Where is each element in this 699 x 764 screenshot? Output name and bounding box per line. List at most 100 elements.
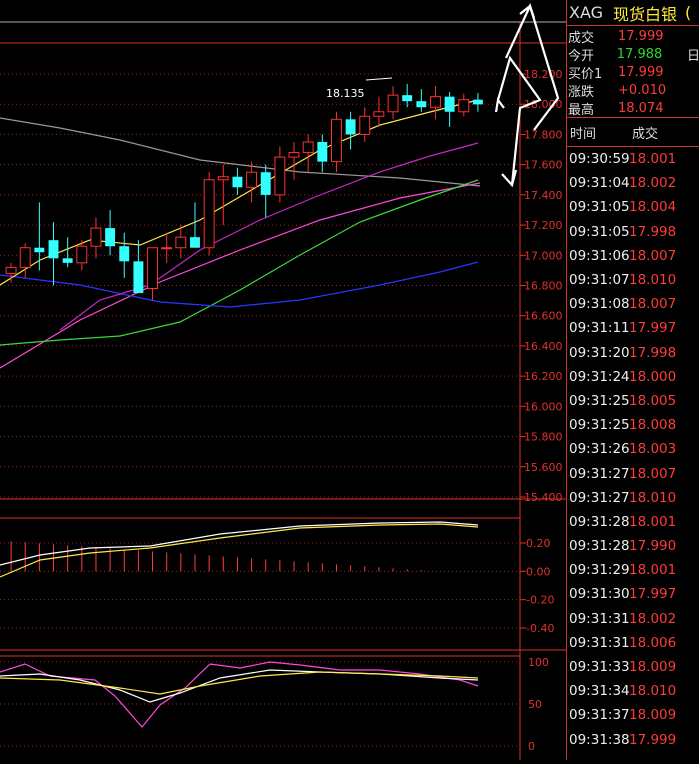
table-row[interactable]: 09:31:05 18.004 (567, 195, 699, 219)
quote-summary: 成交 17.999 今开 17.988 日买价1 17.999 涨跌 +0.010 最高 18.0… (567, 26, 699, 118)
table-row[interactable]: 09:30:59 18.001 (567, 147, 699, 171)
col-time: 时间 (570, 126, 597, 142)
tick-price: 18.007 (629, 296, 677, 313)
candle-body-up (274, 156, 286, 196)
tick-time: 09:31:04 (569, 175, 630, 192)
tick-price: 18.003 (629, 441, 677, 458)
table-row[interactable]: 09:31:29 18.001 (567, 558, 699, 582)
tick-price: 18.005 (629, 392, 677, 409)
quote-value: 17.988 (616, 46, 663, 62)
candle-body-down (472, 99, 483, 105)
tick-time: 09:31:05 (569, 223, 630, 240)
candle-body-up (217, 176, 229, 181)
candle-body-up (246, 171, 258, 188)
symbol-header: XAG 现货白银 ( (567, 0, 699, 26)
ma-line-purple (59, 142, 479, 331)
quote-row: 买价1 17.999 (567, 63, 699, 82)
table-row[interactable]: 09:31:31 18.002 (567, 607, 699, 631)
tick-price: 18.007 (629, 247, 677, 264)
candle-body-up (19, 247, 31, 268)
tick-time: 09:31:30 (569, 586, 630, 603)
table-row[interactable]: 09:31:24 18.000 (567, 365, 699, 389)
col-price: 成交 (632, 126, 659, 142)
price-tick-label: 16.600 (524, 310, 563, 323)
kdj-tick-label: 50 (528, 698, 542, 711)
candle-body-up (147, 247, 158, 290)
tick-time: 09:31:37 (569, 707, 630, 724)
tick-price: 17.998 (629, 344, 677, 361)
price-tick-label: 17.200 (524, 219, 563, 232)
tick-time: 09:31:31 (569, 634, 630, 651)
candle-body-up (359, 115, 371, 135)
symbol-code: XAG (569, 3, 604, 22)
table-row[interactable]: 09:31:37 18.009 (567, 703, 699, 727)
price-tick-label: 17.400 (524, 189, 563, 202)
table-row[interactable]: 09:31:28 17.990 (567, 534, 699, 558)
tick-time: 09:31:05 (569, 199, 630, 216)
tick-time: 09:31:25 (569, 392, 630, 409)
table-row[interactable]: 09:31:08 18.007 (567, 292, 699, 316)
tick-time: 09:31:07 (569, 272, 630, 289)
table-row[interactable]: 09:31:20 17.998 (567, 341, 699, 365)
tick-price: 18.001 (629, 562, 677, 579)
tick-price: 18.004 (629, 199, 677, 216)
table-row[interactable]: 09:31:07 18.010 (567, 268, 699, 292)
tick-price: 18.002 (629, 175, 677, 192)
tick-time: 09:31:38 (569, 731, 630, 748)
table-row[interactable]: 09:31:25 18.005 (567, 389, 699, 413)
table-row[interactable]: 09:31:06 18.007 (567, 244, 699, 268)
tick-time: 09:31:08 (569, 296, 630, 313)
ma-line-pink (0, 182, 481, 369)
table-row[interactable]: 09:31:27 18.010 (567, 486, 699, 510)
ma-line-yellow (0, 99, 479, 286)
price-tick-label: 16.200 (524, 370, 563, 383)
quote-value: +0.010 (618, 82, 667, 98)
candle-body-down (133, 261, 144, 294)
table-row[interactable]: 09:31:11 17.997 (567, 316, 699, 340)
macd-tick-label: -0.20 (526, 594, 554, 607)
price-tick-label: 15.800 (524, 431, 563, 444)
table-row[interactable]: 09:31:34 18.010 (567, 679, 699, 703)
price-tick-label: 16.000 (524, 400, 563, 413)
quote-row: 今开 17.988 日 (567, 45, 699, 64)
price-tick-label: 15.400 (524, 491, 563, 504)
macd-tick-label: 0.00 (526, 565, 551, 578)
tick-time: 09:31:27 (569, 489, 630, 506)
table-row[interactable]: 09:31:30 17.997 (567, 582, 699, 606)
chart-area[interactable]: 18.200 18.000 17.800 17.600 17.400 17.200 17.0… (0, 0, 567, 760)
candle-body-down (317, 141, 328, 162)
candle-body-down (48, 240, 59, 259)
tick-price: 18.000 (629, 368, 677, 385)
price-tick-label: 17.600 (524, 159, 563, 172)
tick-price: 18.008 (629, 417, 677, 434)
table-row[interactable]: 09:31:27 18.007 (567, 461, 699, 485)
tick-table-header: 时间 成交 (567, 118, 699, 147)
symbol-name: 现货白银 (613, 4, 678, 24)
table-row[interactable]: 09:31:25 18.008 (567, 413, 699, 437)
table-row[interactable]: 09:31:33 18.009 (567, 655, 699, 679)
candle-body-up (5, 266, 17, 274)
tick-price: 17.990 (629, 538, 677, 555)
tick-price: 18.010 (629, 489, 677, 506)
table-row[interactable]: 09:31:28 18.001 (567, 510, 699, 534)
kdj-j-line (0, 661, 479, 728)
candle-body-down (260, 172, 271, 195)
table-row[interactable]: 09:31:26 18.003 (567, 437, 699, 461)
table-row[interactable]: 09:31:04 18.002 (567, 171, 699, 195)
tick-time: 09:30:59 (569, 151, 630, 168)
kline-chart[interactable]: 18.20018.00017.80017.60017.40017.20017.0… (0, 0, 567, 760)
quote-row: 涨跌 +0.010 (567, 81, 699, 100)
table-row[interactable]: 09:31:05 17.998 (567, 220, 699, 244)
tick-time: 09:31:20 (569, 344, 630, 361)
ma-line-gray (0, 117, 481, 187)
candle-body-up (203, 179, 215, 249)
table-row[interactable]: 09:31:38 17.999 (567, 728, 699, 752)
quote-value: 18.074 (618, 100, 664, 116)
tick-price: 17.997 (629, 320, 677, 337)
candle-body-down (416, 101, 427, 108)
table-row[interactable]: 09:31:31 18.006 (567, 631, 699, 655)
candle-body-down (444, 96, 455, 112)
arrow-head-mid (494, 97, 505, 113)
tick-table-body[interactable]: 09:30:59 18.001 09:31:04 18.002 09:31:05 18.0… (567, 147, 699, 752)
macd-tick-label: -0.40 (526, 622, 554, 635)
